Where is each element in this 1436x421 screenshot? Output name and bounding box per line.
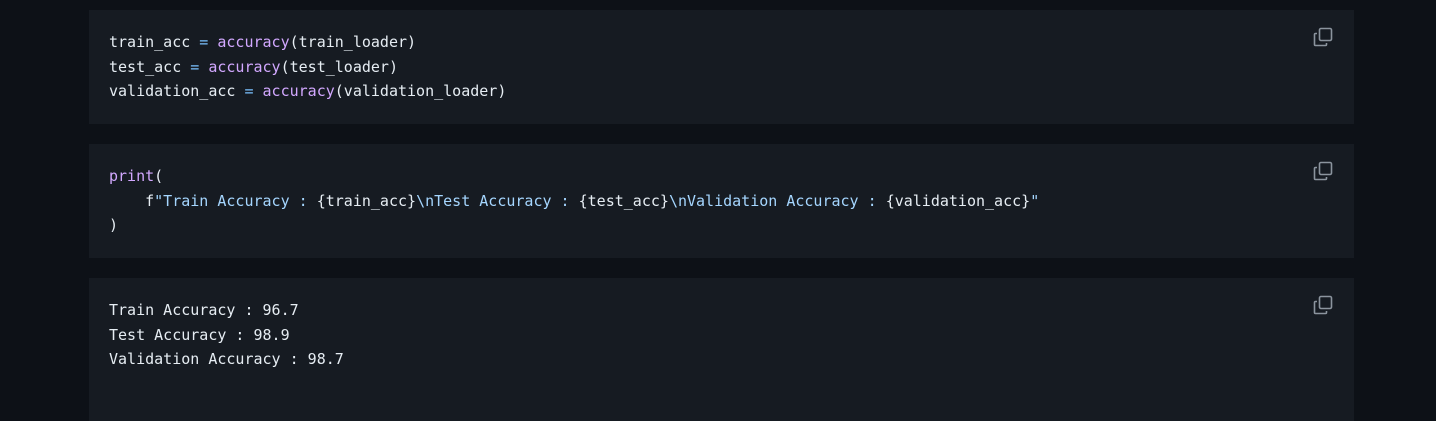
copy-button[interactable] [1312, 160, 1334, 182]
output-line: Validation Accuracy : 98.7 [109, 347, 1334, 372]
page: train_acc = accuracy(train_loader) test_a… [0, 0, 1436, 421]
code-token: print [109, 167, 155, 185]
code-token: = [235, 82, 263, 100]
output-line: Test Accuracy : 98.9 [109, 323, 1334, 348]
code-token: {test_acc} [578, 191, 669, 210]
output-text: Train Accuracy : 96.7 [109, 301, 299, 319]
copy-icon [1313, 161, 1333, 181]
code-token: = [181, 57, 209, 76]
code-token: ) [109, 216, 119, 234]
copy-icon [1313, 295, 1333, 315]
code-token: (validation_loader) [334, 82, 507, 100]
code-content: train_acc = accuracy(train_loader) test_a… [109, 30, 1334, 104]
code-token: validation_acc [109, 82, 236, 100]
code-token: {validation_acc} [885, 191, 1031, 210]
code-token: " [1030, 191, 1040, 210]
code-token: train_acc [109, 33, 191, 51]
code-line: train_acc = accuracy(train_loader) [109, 30, 1334, 55]
code-block-print: print( f"Train Accuracy : {train_acc}\nT… [89, 144, 1354, 258]
code-token: (train_loader) [289, 33, 417, 51]
code-token: test_acc [109, 57, 182, 76]
code-content: print( f"Train Accuracy : {train_acc}\nT… [109, 164, 1334, 238]
code-line: f"Train Accuracy : {train_acc}\nTest Acc… [109, 189, 1334, 214]
code-block-accuracy-assign: train_acc = accuracy(train_loader) test_a… [89, 10, 1354, 124]
code-block-output: Train Accuracy : 96.7 Test Accuracy : 98.… [89, 278, 1354, 421]
code-token: {train_acc} [316, 191, 417, 210]
copy-button[interactable] [1312, 26, 1334, 48]
copy-icon [1313, 27, 1333, 47]
code-token: \nTest Accuracy : [416, 191, 579, 210]
code-line: validation_acc = accuracy(validation_loa… [109, 79, 1334, 104]
code-token: accuracy [217, 33, 290, 51]
code-token: accuracy [262, 82, 335, 100]
code-line: test_acc = accuracy(test_loader) [109, 55, 1334, 80]
copy-button[interactable] [1312, 294, 1334, 316]
code-token: accuracy [208, 57, 281, 76]
code-line: ) [109, 213, 1334, 238]
output-text: Test Accuracy : 98.9 [109, 325, 290, 344]
code-token: = [190, 33, 218, 51]
code-token: (test_loader) [280, 57, 398, 76]
code-token: ( [154, 167, 164, 185]
output-text: Validation Accuracy : 98.7 [109, 350, 344, 368]
code-line: print( [109, 164, 1334, 189]
code-token: f [109, 191, 155, 210]
code-token: "Train Accuracy : [154, 191, 317, 210]
code-content: Train Accuracy : 96.7 Test Accuracy : 98.… [109, 298, 1334, 372]
code-token: \nValidation Accuracy : [668, 191, 886, 210]
output-line: Train Accuracy : 96.7 [109, 298, 1334, 323]
